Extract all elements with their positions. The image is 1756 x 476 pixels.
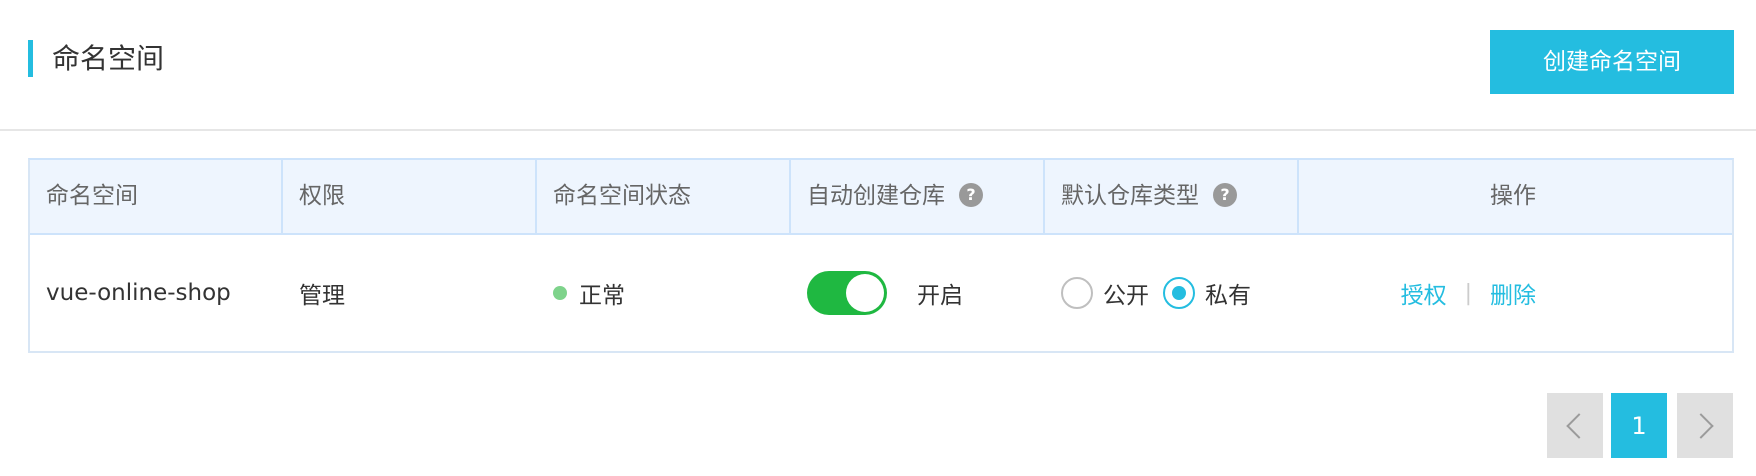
column-header-auto-create: 自动创建仓库? — [791, 160, 1045, 233]
table-header: 命名空间 权限 命名空间状态 自动创建仓库? 默认仓库类型? 操作 — [30, 160, 1732, 235]
radio-public[interactable] — [1061, 277, 1093, 309]
column-header-actions: 操作 — [1299, 160, 1552, 233]
question-mark-icon[interactable]: ? — [959, 182, 983, 207]
table-row: vue-online-shop 管理 正常 开启 公开 私有 授权 | 删除 — [30, 235, 1732, 351]
column-label: 操作 — [1490, 183, 1536, 209]
radio-private[interactable] — [1163, 277, 1195, 309]
permission-cell: 管理 — [283, 235, 537, 351]
status-value: 正常 — [579, 283, 625, 309]
page-header: 命名空间 创建命名空间 — [0, 0, 1756, 131]
column-label: 命名空间状态 — [553, 183, 691, 209]
column-label: 默认仓库类型 — [1061, 183, 1199, 209]
delete-link[interactable]: 删除 — [1490, 276, 1536, 310]
namespace-name-cell: vue-online-shop — [30, 235, 283, 351]
pagination-next-button[interactable] — [1677, 393, 1733, 458]
action-separator: | — [1464, 280, 1472, 306]
column-label: 自动创建仓库 — [807, 183, 945, 209]
column-label: 命名空间 — [46, 183, 138, 209]
column-header-status: 命名空间状态 — [537, 160, 791, 233]
column-label: 权限 — [299, 183, 345, 209]
radio-private-label[interactable]: 私有 — [1205, 276, 1251, 310]
permission-value: 管理 — [299, 283, 345, 309]
question-mark-icon[interactable]: ? — [1213, 182, 1237, 207]
namespace-table: 命名空间 权限 命名空间状态 自动创建仓库? 默认仓库类型? 操作 vue-on… — [28, 158, 1734, 353]
chevron-left-icon — [1566, 412, 1592, 439]
column-header-repo-type: 默认仓库类型? — [1045, 160, 1299, 233]
page-title: 命名空间 — [52, 42, 165, 75]
toggle-knob — [846, 274, 884, 312]
namespace-name: vue-online-shop — [46, 280, 231, 306]
actions-cell: 授权 | 删除 — [1299, 235, 1552, 351]
title-accent-bar — [28, 40, 33, 77]
auto-create-label: 开启 — [917, 283, 963, 309]
radio-public-label[interactable]: 公开 — [1103, 276, 1149, 310]
column-header-permission: 权限 — [283, 160, 537, 233]
chevron-right-icon — [1688, 412, 1714, 439]
pagination-prev-button[interactable] — [1547, 393, 1603, 458]
auto-create-cell: 开启 — [791, 235, 1045, 351]
create-namespace-button[interactable]: 创建命名空间 — [1490, 30, 1734, 94]
column-header-namespace: 命名空间 — [30, 160, 283, 233]
auto-create-toggle[interactable] — [807, 271, 887, 315]
authorize-link[interactable]: 授权 — [1401, 276, 1447, 310]
pagination-page-1[interactable]: 1 — [1611, 393, 1667, 458]
status-dot-icon — [553, 286, 567, 300]
status-cell: 正常 — [537, 235, 791, 351]
repo-type-cell: 公开 私有 — [1045, 235, 1299, 351]
